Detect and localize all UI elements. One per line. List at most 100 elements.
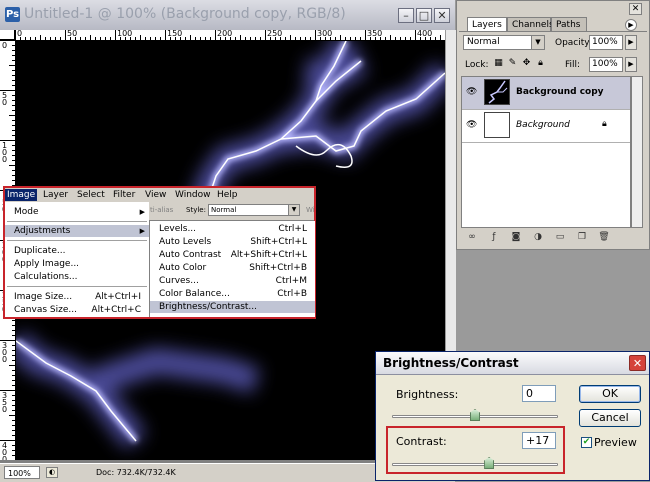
- opacity-field[interactable]: 100%: [589, 35, 623, 50]
- ok-button[interactable]: OK: [579, 385, 641, 403]
- new-layer-icon[interactable]: ❐: [575, 231, 589, 243]
- menu-view[interactable]: View: [143, 189, 168, 201]
- opacity-slider-button[interactable]: ▶: [625, 35, 637, 50]
- menu-item-label: Calculations...: [14, 272, 78, 282]
- palette-title-bar[interactable]: ✕: [457, 1, 649, 17]
- document-size-info[interactable]: Doc: 732.4K/732.4K: [96, 468, 176, 477]
- dialog-title-bar[interactable]: Brightness/Contrast ✕: [376, 352, 649, 375]
- ruler-horizontal[interactable]: 050100150200250300350400450: [15, 30, 445, 41]
- menu-item-canvas-size[interactable]: Canvas Size... Alt+Ctrl+C: [5, 304, 149, 316]
- lock-transparency-icon[interactable]: ▦: [493, 57, 504, 69]
- menu-item-levels[interactable]: Levels... Ctrl+L: [150, 223, 315, 235]
- menu-item-mode[interactable]: Mode ▶: [5, 206, 149, 218]
- menu-item-adjustments[interactable]: Adjustments ▶: [5, 225, 149, 237]
- menu-item-shortcut: Alt+Ctrl+C: [91, 305, 141, 315]
- contrast-label: Contrast:: [396, 435, 447, 448]
- menu-item-apply-image[interactable]: Apply Image...: [5, 258, 149, 270]
- ruler-label: 100: [2, 141, 8, 164]
- fill-field[interactable]: 100%: [589, 57, 623, 72]
- link-icon[interactable]: ∞: [465, 231, 479, 243]
- blend-mode-select[interactable]: Normal ▼: [463, 35, 545, 50]
- mask-icon[interactable]: ◙: [509, 231, 523, 243]
- dialog-close-icon[interactable]: ✕: [629, 355, 646, 371]
- layers-body: Normal ▼ Opacity: 100% ▶ Lock: ▦ ✎ ✥ 🔒︎ …: [459, 31, 647, 248]
- ruler-label: 50: [67, 30, 78, 38]
- ruler-label: 150: [167, 30, 183, 38]
- brightness-slider-thumb[interactable]: [470, 409, 480, 421]
- menu-item-duplicate[interactable]: Duplicate...: [5, 245, 149, 257]
- cancel-button[interactable]: Cancel: [579, 409, 641, 427]
- menu-item-calculations[interactable]: Calculations...: [5, 271, 149, 283]
- lock-icon: 🔒︎: [602, 119, 607, 129]
- eye-icon[interactable]: 👁︎: [466, 120, 477, 130]
- width-label: Wi: [306, 206, 315, 214]
- document-title-bar[interactable]: Ps Untitled-1 @ 100% (Background copy, R…: [0, 0, 455, 31]
- menu-item-shortcut: Alt+Shift+Ctrl+L: [230, 250, 307, 260]
- menu-item-label: Mode: [14, 207, 39, 217]
- menu-window[interactable]: Window: [173, 189, 213, 201]
- menu-filter[interactable]: Filter: [111, 189, 137, 201]
- tab-paths[interactable]: Paths: [551, 17, 587, 31]
- ruler-origin[interactable]: [0, 30, 15, 40]
- menu-item-image-size[interactable]: Image Size... Alt+Ctrl+I: [5, 291, 149, 303]
- tab-layers[interactable]: Layers: [467, 17, 507, 31]
- layer-thumbnail: [484, 79, 510, 105]
- adjustment-icon[interactable]: ◑: [531, 231, 545, 243]
- lock-image-icon[interactable]: ✎: [507, 57, 518, 69]
- contrast-slider-track[interactable]: [392, 463, 558, 466]
- fill-slider-button[interactable]: ▶: [625, 57, 637, 72]
- close-button[interactable]: ✕: [434, 8, 450, 23]
- minimize-button[interactable]: –: [398, 8, 414, 23]
- style-label: Style:: [186, 206, 206, 214]
- layer-list-scrollbar[interactable]: [631, 76, 643, 228]
- menu-item-shortcut: Shift+Ctrl+L: [250, 237, 307, 247]
- menu-select[interactable]: Select: [75, 189, 107, 201]
- menu-item-label: Brightness/Contrast...: [159, 302, 258, 312]
- zoom-level-field[interactable]: 100%: [4, 466, 40, 479]
- preview-checkbox[interactable]: ✔: [581, 437, 592, 448]
- lock-all-icon[interactable]: 🔒︎: [535, 57, 546, 69]
- layer-name: Background copy: [516, 87, 604, 97]
- ruler-label: 50: [2, 91, 8, 107]
- menu-help[interactable]: Help: [215, 189, 240, 201]
- document-title: Untitled-1 @ 100% (Background copy, RGB/…: [24, 6, 346, 22]
- layer-thumbnail: [484, 112, 510, 138]
- layer-row-background-copy[interactable]: 👁︎ Background copy: [462, 77, 630, 110]
- layer-row-background[interactable]: 👁︎ Background 🔒︎: [462, 110, 630, 143]
- menu-item-label: Auto Color: [159, 263, 207, 273]
- ruler-label: 400: [417, 30, 433, 38]
- palette-close-icon[interactable]: ✕: [629, 3, 642, 15]
- ruler-label: 250: [267, 30, 283, 38]
- effects-icon[interactable]: ƒ: [487, 231, 501, 243]
- menu-item-curves[interactable]: Curves... Ctrl+M: [150, 275, 315, 287]
- menu-item-brightness-contrast[interactable]: Brightness/Contrast...: [150, 301, 315, 313]
- menu-item-shortcut: Ctrl+M: [275, 276, 307, 286]
- maximize-button[interactable]: □: [416, 8, 432, 23]
- menu-item-color-balance[interactable]: Color Balance... Ctrl+B: [150, 288, 315, 300]
- menu-item-auto-levels[interactable]: Auto Levels Shift+Ctrl+L: [150, 236, 315, 248]
- menu-image[interactable]: Image: [5, 189, 38, 201]
- brightness-input[interactable]: 0: [522, 385, 556, 402]
- preview-label: Preview: [594, 436, 637, 449]
- brightness-label: Brightness:: [396, 388, 459, 401]
- lock-position-icon[interactable]: ✥: [521, 57, 532, 69]
- menu-layer[interactable]: Layer: [41, 189, 70, 201]
- tab-channels[interactable]: Channels: [507, 17, 554, 31]
- palette-menu-icon[interactable]: ▶: [625, 19, 637, 31]
- opacity-label: Opacity:: [555, 38, 592, 48]
- dialog-title: Brightness/Contrast: [383, 356, 519, 370]
- group-icon[interactable]: ▭: [553, 231, 567, 243]
- style-select[interactable]: Normal ▼: [208, 204, 300, 216]
- menu-item-label: Curves...: [159, 276, 199, 286]
- layers-footer: ∞ ƒ ◙ ◑ ▭ ❐ 🗑︎: [461, 230, 645, 244]
- contrast-input[interactable]: +17: [522, 432, 556, 449]
- menu-item-auto-contrast[interactable]: Auto Contrast Alt+Shift+Ctrl+L: [150, 249, 315, 261]
- menu-item-auto-color[interactable]: Auto Color Shift+Ctrl+B: [150, 262, 315, 274]
- status-info-icon[interactable]: ◐: [46, 467, 58, 478]
- menu-separator: [7, 221, 147, 222]
- trash-icon[interactable]: 🗑︎: [597, 231, 611, 243]
- menu-separator: [7, 286, 147, 287]
- ruler-label: 0: [17, 30, 23, 38]
- eye-icon[interactable]: 👁︎: [466, 87, 477, 97]
- chevron-down-icon: ▼: [531, 36, 544, 49]
